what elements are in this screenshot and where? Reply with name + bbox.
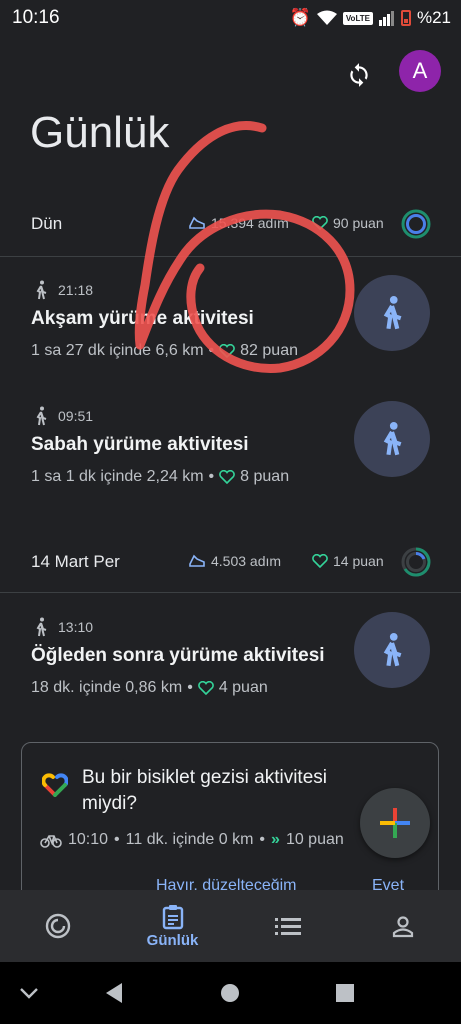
points-value: 14 puan [333,553,384,569]
activity-time: 09:51 [58,408,94,424]
card-duration-distance: 11 dk. içinde 0 km [125,831,254,848]
activity-meta: 1 sa 27 dk içinde 6,6 km • 82 puan [31,342,298,360]
status-icons: ⏰ VoLTE %21 [290,7,451,29]
activity-item[interactable]: 13:10 Öğleden sonra yürüme aktivitesi 18… [0,612,461,737]
steps-value: 15.394 adım [211,215,289,231]
activity-title: Akşam yürüme aktivitesi [31,308,254,329]
battery-level: %21 [416,8,451,27]
person-icon [392,916,413,938]
day-header[interactable]: 14 Mart Per 4.503 adım 14 puan [0,534,461,592]
nav-profile[interactable] [345,890,460,962]
plus-icon [380,808,410,838]
bottom-nav: Günlük [0,890,461,962]
goal-ring-icon [401,209,431,239]
card-question: Bu bir bisiklet gezisi aktivitesi miydi? [82,767,327,814]
google-fit-logo-icon [42,773,68,797]
activity-type-button[interactable] [354,612,430,688]
separator-dot: • [259,831,266,848]
sync-button[interactable] [340,56,378,94]
bike-icon [40,835,62,848]
heart-points-icon [197,681,214,695]
nav-journal[interactable]: Günlük [115,890,230,962]
steps-value: 4.503 adım [211,553,282,569]
activity-title: Sabah yürüme aktivitesi [31,434,249,455]
walk-icon [383,633,402,667]
activity-title: Öğleden sonra yürüme aktivitesi [31,645,325,666]
system-nav-bar [0,962,461,1024]
steps-summary: 4.503 adım [188,553,281,569]
divider [0,256,461,257]
goal-ring-icon [401,547,431,577]
wifi-icon [316,10,337,25]
recents-icon[interactable] [336,984,354,1002]
shoe-icon [189,216,205,229]
walk-icon [383,422,402,456]
sync-icon [350,63,368,87]
add-button[interactable] [360,788,430,858]
activity-meta: 1 sa 1 dk içinde 2,24 km • 8 puan [31,468,289,486]
nav-home[interactable] [0,890,115,962]
avatar[interactable]: A [399,50,441,92]
card-meta: 10:10 • 11 dk. içinde 0 km • » 10 puan [40,831,344,849]
signal-icon [378,11,394,26]
divider [0,592,461,593]
card-points: 10 puan [285,831,344,848]
points-summary: 14 puan [312,553,384,569]
activity-item[interactable]: 09:51 Sabah yürüme aktivitesi 1 sa 1 dk … [0,401,461,526]
points-summary: 90 puan [312,215,384,231]
activity-duration-distance: 1 sa 27 dk içinde 6,6 km [31,342,204,359]
day-label: 14 Mart Per [31,552,120,571]
status-time: 10:16 [12,7,60,28]
heart-points-icon [312,216,328,230]
day-label: Dün [31,214,63,233]
activity-duration-distance: 18 dk. içinde 0,86 km [31,679,183,696]
page-title: Günlük [30,108,170,157]
battery-icon [400,10,411,26]
alarm-icon: ⏰ [289,8,311,27]
steps-summary: 15.394 adım [188,215,289,231]
card-time: 10:10 [68,831,109,848]
back-icon[interactable] [104,982,124,1004]
walk-icon [383,296,402,330]
volte-badge: VoLTE [342,11,373,25]
clipboard-icon [162,904,183,929]
activity-points: 82 puan [240,342,298,359]
points-value: 90 puan [333,215,384,231]
day-header[interactable]: Dün 15.394 adım 90 puan [0,196,461,254]
heart-points-icon [312,554,328,568]
separator-dot: • [187,679,193,696]
heart-points-icon [219,470,235,484]
activity-time: 21:18 [58,282,94,298]
activity-type-button[interactable] [354,275,430,351]
activity-type-button[interactable] [354,401,430,477]
shoe-icon [189,554,205,567]
separator-dot: • [208,342,215,359]
chevron-down-icon[interactable] [18,986,40,1000]
heart-points-icon [219,344,235,358]
status-bar: 10:16 ⏰ VoLTE %21 [0,0,461,36]
separator-dot: • [208,468,215,485]
activity-points: 8 puan [240,468,290,485]
nav-journal-label: Günlük [146,931,199,949]
chevrons-icon: » [271,831,280,848]
walk-icon [36,617,47,637]
activity-points: 4 puan [218,679,268,696]
list-icon [274,918,301,935]
separator-dot: • [114,831,120,848]
activity-meta: 18 dk. içinde 0,86 km • 4 puan [31,679,268,697]
activity-item[interactable]: 21:18 Akşam yürüme aktivitesi 1 sa 27 dk… [0,275,461,400]
walk-icon [36,280,47,300]
home-ring-icon [45,913,70,939]
activity-duration-distance: 1 sa 1 dk içinde 2,24 km [31,468,204,485]
nav-browse[interactable] [230,890,345,962]
home-icon[interactable] [220,983,240,1003]
activity-time: 13:10 [58,619,94,635]
walk-icon [36,406,47,426]
